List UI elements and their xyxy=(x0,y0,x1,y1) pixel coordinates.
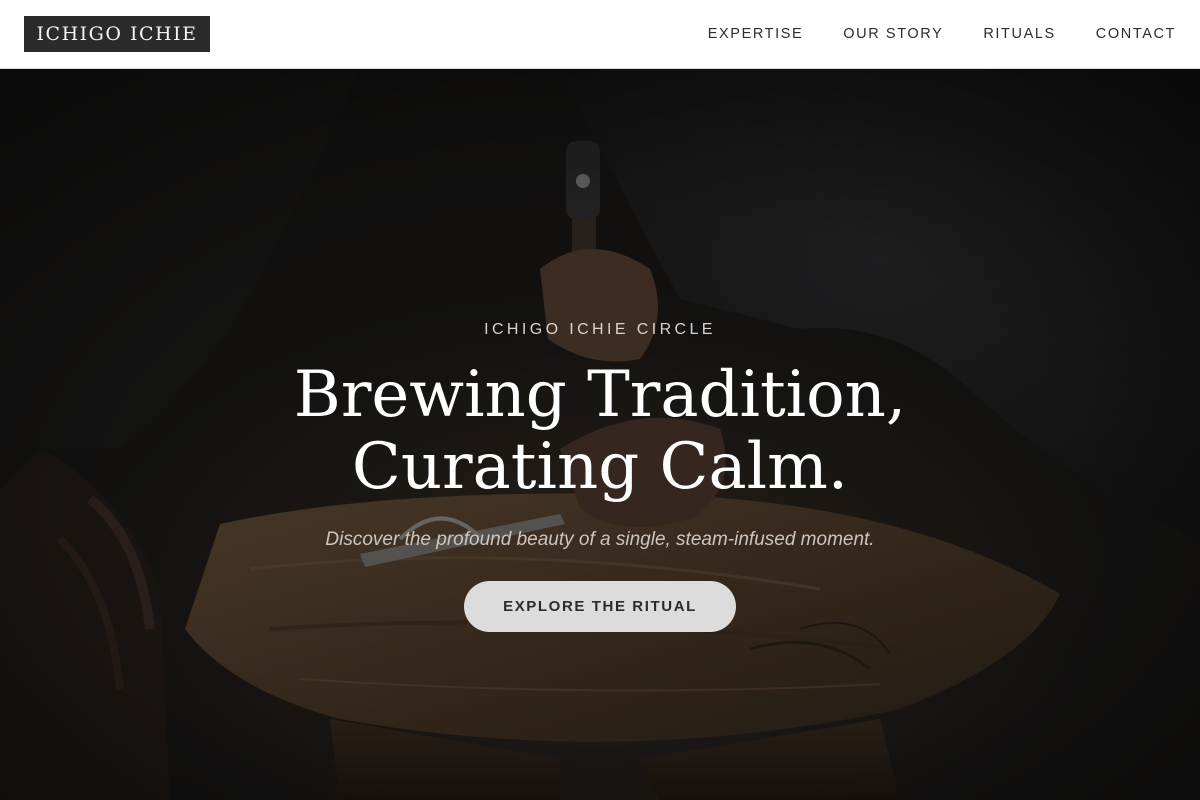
main-nav: EXPERTISE OUR STORY RITUALS CONTACT xyxy=(708,0,1176,68)
hero-eyebrow: ICHIGO ICHIE CIRCLE xyxy=(484,321,716,338)
logo[interactable]: ICHIGO ICHIE xyxy=(24,16,210,52)
nav-link-expertise[interactable]: EXPERTISE xyxy=(708,26,804,42)
hero-section: ICHIGO ICHIE CIRCLE Brewing Tradition, C… xyxy=(0,69,1200,800)
site-header: ICHIGO ICHIE EXPERTISE OUR STORY RITUALS… xyxy=(0,0,1200,69)
hero-content: ICHIGO ICHIE CIRCLE Brewing Tradition, C… xyxy=(0,69,1200,800)
hero-headline-line-1: Brewing Tradition, xyxy=(293,358,907,432)
nav-link-contact[interactable]: CONTACT xyxy=(1096,26,1176,42)
hero-subtitle: Discover the profound beauty of a single… xyxy=(325,529,875,550)
explore-ritual-button[interactable]: EXPLORE THE RITUAL xyxy=(464,581,736,632)
nav-link-rituals[interactable]: RITUALS xyxy=(983,26,1055,42)
nav-link-our-story[interactable]: OUR STORY xyxy=(843,26,943,42)
hero-headline-line-2: Curating Calm. xyxy=(351,430,849,504)
hero-headline: Brewing Tradition, Curating Calm. xyxy=(0,359,1200,503)
